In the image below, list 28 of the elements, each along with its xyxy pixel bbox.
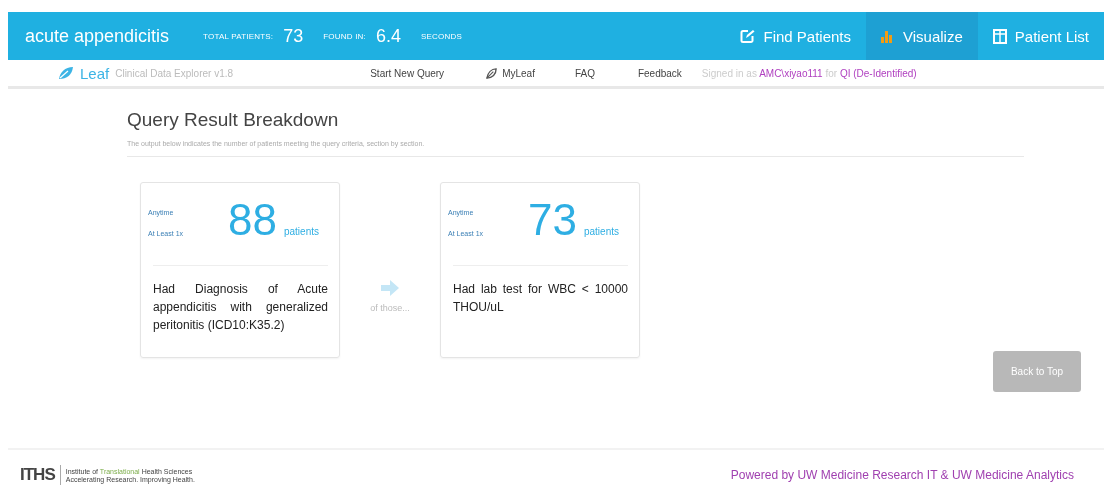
query-time: 6.4 [375,25,401,47]
arrow-right-icon [381,280,399,296]
total-patients-label: TOTAL PATIENTS: [203,31,274,41]
query-title: acute appendicitis [25,25,170,47]
patient-count: 88 [228,197,277,243]
nav-link[interactable]: FAQ [574,67,595,79]
patient-count: 73 [528,197,577,243]
edit-icon [740,28,756,44]
nav-link[interactable]: Start New Query [370,67,445,79]
found-in-label: FOUND IN: [323,31,366,41]
nav-link[interactable]: MyLeaf [486,67,535,79]
leaf-icon [486,67,498,79]
bar-chart-icon [881,29,895,43]
criteria-description: Had Diagnosis of Acute appendicitis with generalized peritonitis (ICD10:K35.2) [152,281,329,334]
patients-unit: patients [583,226,619,239]
criteria-description: Had lab test for WBC < 10000 THOU/uL [452,281,629,316]
nav-link[interactable]: Feedback [637,67,682,79]
table-icon [992,28,1007,44]
seconds-label: SECONDS [421,31,462,41]
app-subtitle: Clinical Data Explorer v1.8 [115,67,235,79]
powered-by-text: Powered by UW Medicine Research IT & UW Medicine Analytics [730,468,1074,482]
leaf-logo-icon [58,66,74,80]
logo-letters: ITHS [20,465,61,485]
brand-name: Leaf [80,64,110,82]
total-patients-count: 73 [283,25,304,47]
patients-unit: patients [283,226,319,239]
page-title: Query Result Breakdown [127,109,340,131]
connector-text: of those... [370,302,410,315]
